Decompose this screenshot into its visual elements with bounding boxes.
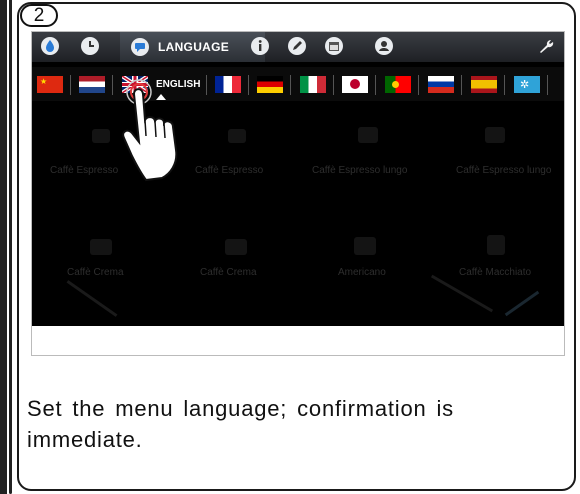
drop-icon[interactable] — [40, 36, 60, 56]
tab-language-label: LANGUAGE — [158, 40, 230, 54]
flag-japan[interactable] — [342, 76, 368, 93]
product-label[interactable]: Caffè Espresso lungo — [456, 165, 551, 176]
espresso-cup-icon — [92, 129, 110, 143]
emblem-icon — [392, 81, 399, 88]
sun-disc-icon — [350, 79, 360, 89]
left-margin-bar-thin — [9, 0, 12, 494]
divider — [418, 75, 419, 95]
divider — [248, 75, 249, 95]
divider — [70, 75, 71, 95]
left-margin-bar — [0, 0, 7, 494]
lungo-cup-icon — [485, 127, 505, 143]
product-label[interactable]: Caffè Crema — [67, 267, 124, 278]
flag-italy[interactable] — [300, 76, 326, 93]
divider — [461, 75, 462, 95]
decor-line — [430, 274, 494, 313]
pencil-icon[interactable] — [287, 36, 307, 56]
divider — [206, 75, 207, 95]
calendar-icon[interactable] — [324, 36, 344, 56]
flag-russia[interactable] — [428, 76, 454, 93]
flag-spain[interactable] — [471, 76, 497, 93]
flag-china[interactable]: ★ — [37, 76, 63, 93]
chat-icon — [131, 38, 149, 56]
top-menu-bar: LANGUAGE — [32, 32, 564, 62]
flag-france[interactable] — [215, 76, 241, 93]
tab-language[interactable]: LANGUAGE — [120, 32, 265, 62]
divider — [375, 75, 376, 95]
macchiato-glass-icon — [487, 235, 505, 255]
espresso-cup-icon — [228, 129, 246, 143]
flag-germany[interactable] — [257, 76, 283, 93]
screen-footer-bar — [32, 326, 564, 355]
user-icon[interactable] — [374, 36, 394, 56]
flag-portugal[interactable] — [385, 76, 411, 93]
crema-cup-icon — [90, 239, 112, 255]
globe-icon: ✲ — [520, 79, 530, 91]
product-label[interactable]: Americano — [338, 267, 386, 278]
step-number: 2 — [20, 4, 58, 27]
product-label[interactable]: Caffè Crema — [200, 267, 257, 278]
product-label[interactable]: Caffè Espresso lungo — [312, 165, 407, 176]
info-icon[interactable] — [250, 36, 270, 56]
crema-cup-icon — [225, 239, 247, 255]
divider — [504, 75, 505, 95]
step-caption: Set the menu language; confirmation is i… — [27, 396, 454, 452]
touch-screen: LANGUAGE ★ ENGLISH ✲ Caffè Espresso Caff… — [31, 31, 565, 356]
divider — [547, 75, 548, 95]
divider — [333, 75, 334, 95]
flag-netherlands[interactable] — [79, 76, 105, 93]
divider — [290, 75, 291, 95]
decor-line — [66, 280, 118, 317]
americano-cup-icon — [354, 237, 376, 255]
touch-hand-icon — [122, 79, 178, 182]
product-label[interactable]: Caffè Espresso — [195, 165, 263, 176]
clock-icon[interactable] — [80, 36, 100, 56]
decor-line — [504, 290, 540, 317]
product-label[interactable]: Caffè Macchiato — [459, 267, 531, 278]
star-icon: ★ — [40, 77, 48, 86]
flag-other[interactable]: ✲ — [514, 76, 540, 93]
lungo-cup-icon — [358, 127, 378, 143]
product-label[interactable]: Caffè Espresso — [50, 165, 118, 176]
wrench-icon[interactable] — [536, 36, 556, 56]
